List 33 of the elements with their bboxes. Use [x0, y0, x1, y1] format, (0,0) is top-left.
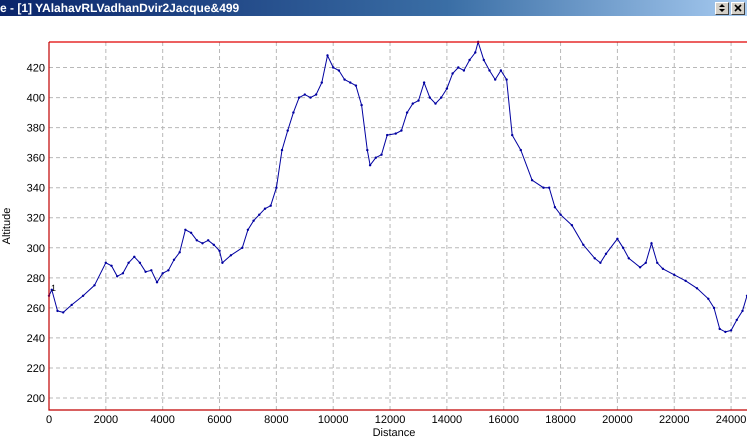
y-tick-label: 200 [26, 392, 45, 405]
y-axis-label: Altitude [1, 208, 13, 244]
y-tick-label: 260 [26, 302, 45, 315]
y-tick-label: 300 [26, 242, 45, 255]
x-tick-label: 4000 [150, 414, 175, 426]
close-icon [733, 3, 743, 13]
x-tick-label: 24000 [716, 414, 746, 426]
y-tick-label: 420 [26, 62, 45, 75]
y-tick-label: 320 [26, 212, 45, 225]
point-label: 1 [51, 282, 56, 293]
up-down-arrows-icon [717, 3, 727, 13]
y-tick-label: 340 [26, 182, 45, 195]
x-tick-label: 10000 [318, 414, 348, 426]
y-tick-label: 360 [26, 152, 45, 165]
x-tick-label: 0 [46, 414, 52, 426]
x-tick-label: 12000 [374, 414, 406, 426]
close-button[interactable] [731, 2, 745, 14]
y-tick-label: 380 [26, 122, 45, 135]
y-tick-label: 400 [26, 92, 45, 105]
x-tick-label: 18000 [545, 414, 576, 426]
x-tick-label: 16000 [488, 414, 520, 426]
x-tick-label: 20000 [602, 414, 633, 426]
window-title: e - [1] YAlahavRLVadhanDvir2Jacque&499 [0, 1, 240, 15]
y-tick-label: 280 [26, 272, 45, 285]
y-tick-label: 220 [26, 362, 45, 375]
x-tick-label: 22000 [658, 414, 690, 426]
x-tick-label: 8000 [264, 414, 289, 426]
x-tick-label: 6000 [207, 414, 232, 426]
x-axis-label: Distance [372, 427, 416, 439]
x-tick-label: 2000 [94, 414, 118, 426]
y-tick-label: 240 [26, 332, 45, 345]
restore-button[interactable] [715, 2, 729, 14]
x-tick-label: 14000 [432, 414, 462, 426]
